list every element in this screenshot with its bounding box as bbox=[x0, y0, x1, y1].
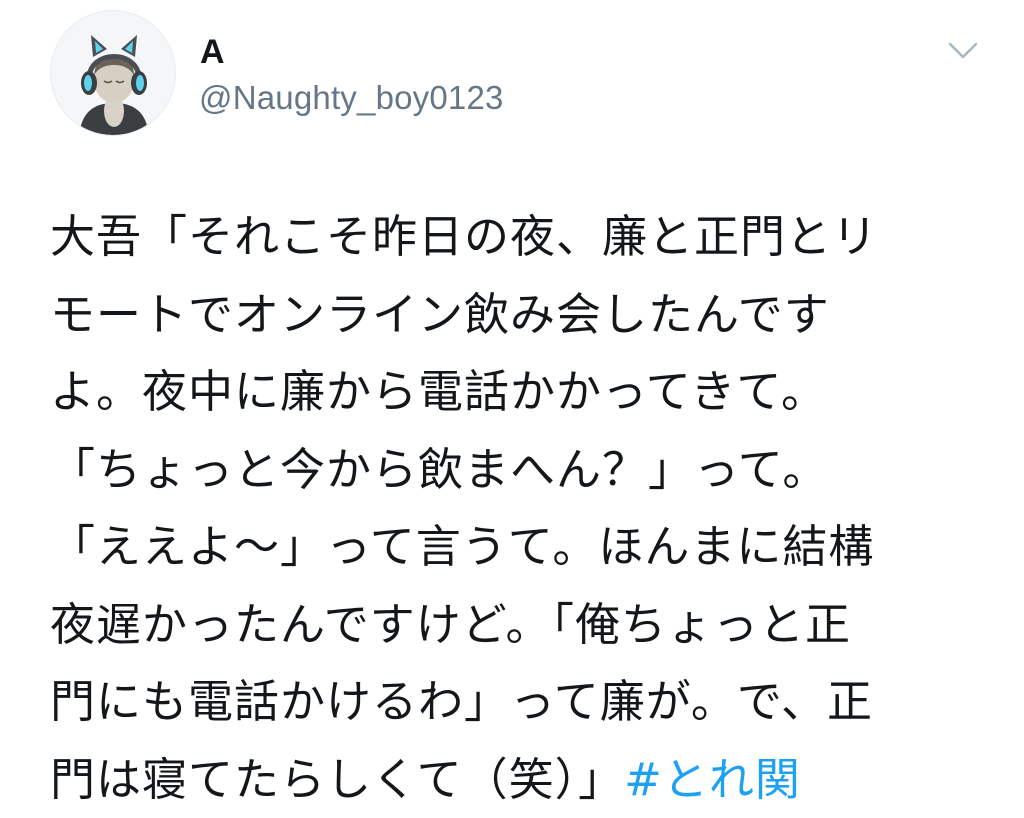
tweet-text-line: よ。夜中に廉から電話かかってきて。 bbox=[50, 353, 980, 431]
tweet-text-segment: 門は寝てたらしくて（笑）」 bbox=[50, 753, 624, 806]
tweet-text-line: 「ちょっと今から飲まへん？」って。 bbox=[50, 431, 980, 509]
tweet-card: A @Naughty_boy0123 大吾「それこそ昨日の夜、廉と正門とリ モー… bbox=[0, 0, 1024, 813]
chevron-down-icon[interactable] bbox=[944, 36, 982, 64]
boy-with-headphones-icon bbox=[51, 11, 176, 136]
user-avatar[interactable] bbox=[50, 10, 176, 136]
tweet-text-line: 「ええよ〜」って言うて。ほんまに結構 bbox=[50, 508, 980, 586]
tweet-text: 大吾「それこそ昨日の夜、廉と正門とリ モートでオンライン飲み会したんです よ。夜… bbox=[50, 198, 980, 818]
tweet-text-line: 門にも電話かけるわ」って廉が。で、正 bbox=[50, 663, 980, 741]
hashtag-link[interactable]: #とれ関 bbox=[624, 753, 801, 806]
tweet-text-last-line: 門は寝てたらしくて（笑）」#とれ関 bbox=[50, 741, 980, 818]
user-handle[interactable]: @Naughty_boy0123 bbox=[199, 78, 504, 118]
tweet-text-line: 大吾「それこそ昨日の夜、廉と正門とリ bbox=[50, 198, 980, 276]
tweet-text-line: 夜遅かったんですけど。「俺ちょっと正 bbox=[50, 586, 980, 664]
display-name[interactable]: A bbox=[200, 32, 225, 72]
tweet-text-line: モートでオンライン飲み会したんです bbox=[50, 276, 980, 354]
